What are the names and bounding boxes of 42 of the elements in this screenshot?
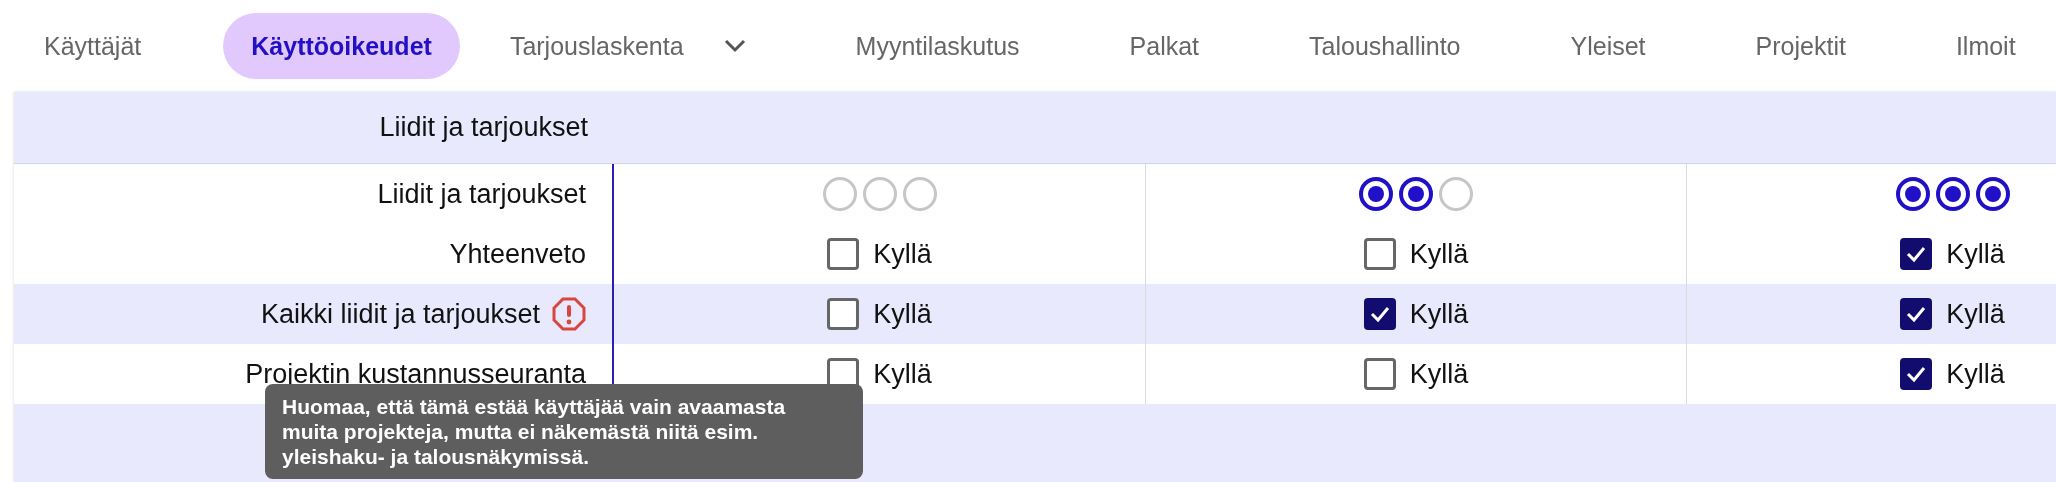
tab[interactable]: Taloushallinto <box>1281 13 1489 79</box>
tab[interactable]: Projektit <box>1727 13 1874 79</box>
chevron-down-icon <box>723 39 746 53</box>
checkbox[interactable] <box>1363 298 1396 330</box>
tab[interactable]: Myyntilaskutus <box>827 13 1048 79</box>
checkbox-label: Kyllä <box>873 358 932 390</box>
tab[interactable]: Yleiset <box>1542 13 1674 79</box>
radio-button[interactable] <box>1975 177 2010 211</box>
row-label: Liidit ja tarjoukset <box>377 178 586 210</box>
checkbox[interactable] <box>827 238 860 270</box>
check-icon <box>1905 365 1928 383</box>
radio-button[interactable] <box>1895 177 1930 211</box>
check-icon <box>1905 245 1928 263</box>
checkbox[interactable] <box>1900 238 1933 270</box>
checkbox-label: Kyllä <box>1409 358 1469 390</box>
checkbox[interactable] <box>1900 298 1933 330</box>
radio-button[interactable] <box>1399 177 1433 211</box>
checkbox-label: Kyllä <box>1946 298 2005 330</box>
warning-icon <box>552 297 586 331</box>
radio-button[interactable] <box>1359 177 1393 211</box>
checkbox-label: Kyllä <box>1409 298 1469 330</box>
tooltip: Huomaa, että tämä estää käyttäjää vain avaamasta muita projekteja, mutta ei näkemästä niitä esim. yleishaku- ja talousnäkymissä. <box>265 384 863 479</box>
checkbox-label: Kyllä <box>1409 238 1469 270</box>
tab[interactable]: Käyttäjät <box>16 13 170 79</box>
row-label: Yhteenveto <box>449 238 586 270</box>
tab[interactable]: Palkat <box>1101 13 1228 79</box>
tab[interactable]: Ilmoit <box>1927 13 2044 79</box>
checkbox[interactable] <box>827 298 860 330</box>
check-icon <box>1905 305 1928 323</box>
checkbox[interactable] <box>1363 358 1396 390</box>
checkbox[interactable] <box>1900 358 1933 390</box>
tab[interactable]: Tarjouslaskenta <box>481 13 774 79</box>
checkbox-label: Kyllä <box>873 238 932 270</box>
tab[interactable]: Käyttöoikeudet <box>223 13 460 79</box>
checkbox-label: Kyllä <box>1946 238 2005 270</box>
checkbox[interactable] <box>1363 238 1396 270</box>
radio-button[interactable] <box>1935 177 1970 211</box>
checkbox-label: Kyllä <box>1946 358 2005 390</box>
row-label: Kaikki liidit ja tarjoukset <box>260 298 540 330</box>
check-icon <box>1368 305 1391 323</box>
section-title: Liidit ja tarjoukset <box>378 112 588 143</box>
checkbox-label: Kyllä <box>873 298 932 330</box>
